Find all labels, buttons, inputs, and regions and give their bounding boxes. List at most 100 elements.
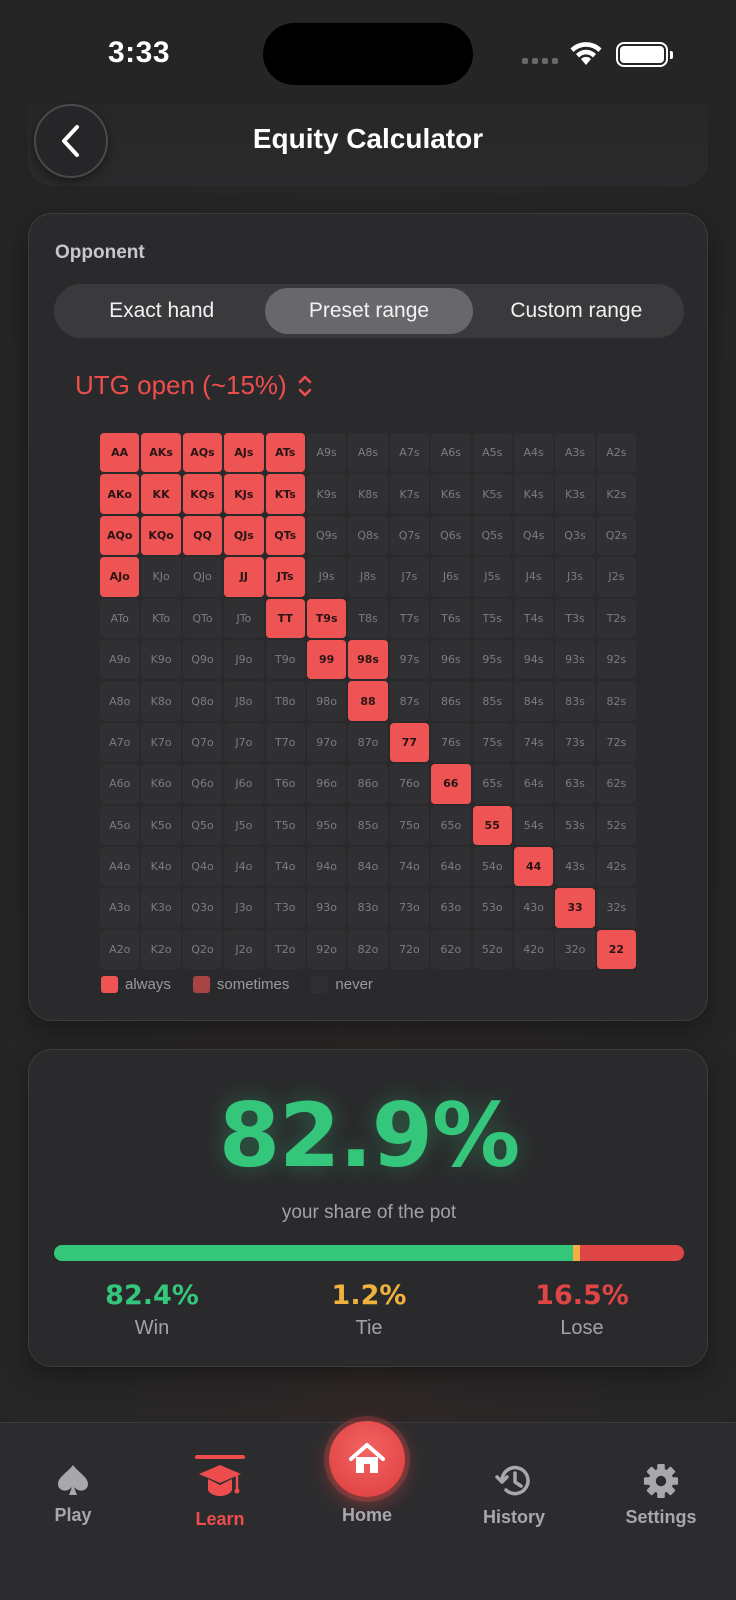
range-cell[interactable]: 92o	[306, 929, 347, 970]
range-cell[interactable]: Q9s	[306, 515, 347, 556]
range-cell[interactable]: 87s	[389, 681, 430, 721]
range-cell[interactable]: A3o	[100, 888, 140, 928]
range-cell[interactable]: A6s	[431, 433, 471, 473]
range-cell[interactable]: J2o	[224, 929, 264, 970]
range-cell[interactable]: K6o	[141, 764, 181, 804]
range-cell[interactable]: 42s	[596, 846, 637, 887]
range-cell[interactable]: KK	[141, 474, 181, 514]
tab-learn[interactable]: Learn	[160, 1455, 280, 1530]
range-cell[interactable]: J7s	[389, 557, 430, 597]
range-cell[interactable]: 82o	[348, 929, 388, 970]
range-cell[interactable]: 74o	[389, 846, 430, 887]
range-cell[interactable]: Q6s	[431, 515, 471, 556]
range-cell[interactable]: 95o	[306, 805, 347, 845]
range-cell[interactable]: 84o	[348, 846, 388, 887]
range-cell[interactable]: 32o	[555, 929, 595, 970]
range-cell[interactable]: Q5s	[472, 515, 512, 556]
range-cell[interactable]: K2o	[141, 929, 181, 970]
range-cell[interactable]: J5s	[472, 557, 512, 597]
range-cell[interactable]: K3s	[555, 474, 595, 514]
range-cell[interactable]: T8o	[265, 681, 305, 721]
range-cell[interactable]: A7o	[100, 722, 140, 763]
range-cell[interactable]: 75o	[389, 805, 430, 845]
range-cell[interactable]: T8s	[348, 598, 388, 638]
range-cell[interactable]: K9o	[141, 639, 181, 680]
range-cell[interactable]: A5s	[472, 433, 512, 473]
range-cell[interactable]: K4s	[513, 474, 554, 514]
range-cell[interactable]: T7o	[265, 722, 305, 763]
range-cell[interactable]: 88	[348, 681, 388, 721]
range-cell[interactable]: 93o	[306, 888, 347, 928]
range-cell[interactable]: T5o	[265, 805, 305, 845]
range-cell[interactable]: 83s	[555, 681, 595, 721]
range-cell[interactable]: A4o	[100, 846, 140, 887]
range-cell[interactable]: 63o	[431, 888, 471, 928]
range-cell[interactable]: Q7s	[389, 515, 430, 556]
range-cell[interactable]: Q8o	[182, 681, 223, 721]
range-cell[interactable]: 84s	[513, 681, 554, 721]
range-cell[interactable]: 93s	[555, 639, 595, 680]
segment-preset-range[interactable]: Preset range	[265, 288, 473, 334]
range-cell[interactable]: J9o	[224, 639, 264, 680]
range-cell[interactable]: AKs	[141, 433, 181, 473]
range-cell[interactable]: 95s	[472, 639, 512, 680]
range-cell[interactable]: KTo	[141, 598, 181, 638]
tab-play[interactable]: Play	[13, 1463, 133, 1526]
range-cell[interactable]: T4s	[513, 598, 554, 638]
range-cell[interactable]: 74s	[513, 722, 554, 763]
range-cell[interactable]: Q6o	[182, 764, 223, 804]
range-cell[interactable]: K5o	[141, 805, 181, 845]
range-cell[interactable]: AJo	[100, 557, 140, 597]
range-cell[interactable]: Q3s	[555, 515, 595, 556]
range-cell[interactable]: K3o	[141, 888, 181, 928]
range-cell[interactable]: 44	[513, 846, 554, 887]
range-cell[interactable]: J4o	[224, 846, 264, 887]
range-cell[interactable]: JTo	[224, 598, 264, 638]
range-cell[interactable]: 72o	[389, 929, 430, 970]
range-cell[interactable]: 63s	[555, 764, 595, 804]
range-cell[interactable]: 98o	[306, 681, 347, 721]
segment-exact-hand[interactable]: Exact hand	[58, 288, 265, 334]
range-cell[interactable]: AQo	[100, 515, 140, 556]
range-cell[interactable]: JJ	[224, 557, 264, 597]
range-cell[interactable]: AJs	[224, 433, 264, 473]
range-cell[interactable]: A6o	[100, 764, 140, 804]
range-cell[interactable]: J4s	[513, 557, 554, 597]
range-cell[interactable]: A8o	[100, 681, 140, 721]
range-cell[interactable]: QQ	[182, 515, 223, 556]
range-cell[interactable]: J6o	[224, 764, 264, 804]
range-cell[interactable]: Q2o	[182, 929, 223, 970]
range-cell[interactable]: 72s	[596, 722, 637, 763]
range-cell[interactable]: 98s	[348, 639, 388, 680]
range-cell[interactable]: Q3o	[182, 888, 223, 928]
range-cell[interactable]: 92s	[596, 639, 637, 680]
range-cell[interactable]: 54s	[513, 805, 554, 845]
range-cell[interactable]: 64o	[431, 846, 471, 887]
range-cell[interactable]: AQs	[182, 433, 223, 473]
range-cell[interactable]: K2s	[596, 474, 637, 514]
tab-history[interactable]: History	[454, 1463, 574, 1528]
range-cell[interactable]: 65s	[472, 764, 512, 804]
range-cell[interactable]: ATo	[100, 598, 140, 638]
range-cell[interactable]: QJo	[182, 557, 223, 597]
range-cell[interactable]: 75s	[472, 722, 512, 763]
range-cell[interactable]: T5s	[472, 598, 512, 638]
range-cell[interactable]: Q7o	[182, 722, 223, 763]
range-cell[interactable]: 53s	[555, 805, 595, 845]
range-cell[interactable]: 43o	[513, 888, 554, 928]
range-cell[interactable]: T4o	[265, 846, 305, 887]
range-cell[interactable]: A8s	[348, 433, 388, 473]
range-cell[interactable]: 97o	[306, 722, 347, 763]
range-cell[interactable]: 43s	[555, 846, 595, 887]
range-cell[interactable]: K9s	[306, 474, 347, 514]
range-cell[interactable]: J7o	[224, 722, 264, 763]
range-cell[interactable]: Q2s	[596, 515, 637, 556]
range-cell[interactable]: 96o	[306, 764, 347, 804]
range-cell[interactable]: 77	[389, 722, 430, 763]
range-cell[interactable]: J2s	[596, 557, 637, 597]
range-cell[interactable]: A3s	[555, 433, 595, 473]
range-cell[interactable]: K7s	[389, 474, 430, 514]
range-cell[interactable]: T2o	[265, 929, 305, 970]
range-cell[interactable]: A9o	[100, 639, 140, 680]
range-cell[interactable]: 53o	[472, 888, 512, 928]
